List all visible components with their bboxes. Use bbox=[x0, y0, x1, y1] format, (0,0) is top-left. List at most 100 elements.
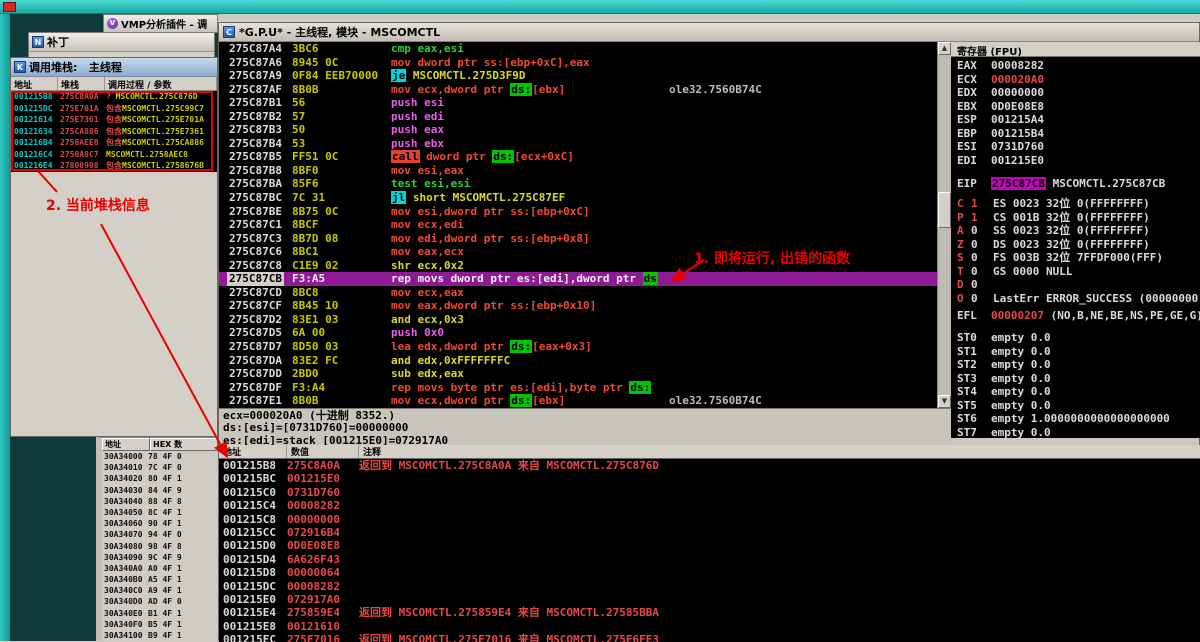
stack-row[interactable]: 001215C8 00000000 bbox=[219, 513, 1200, 526]
disassembly-row[interactable]: 275C87C1 8BCF mov ecx,edi bbox=[219, 218, 937, 232]
disassembly-row[interactable]: 275C87B5 FF51 0C call dword ptr ds:[ecx+0x… bbox=[219, 150, 937, 164]
callstack-col-address[interactable]: 地址 bbox=[11, 77, 58, 90]
scrollbar-thumb[interactable] bbox=[938, 192, 951, 228]
stack-pane[interactable]: 地址 数值 注释 001215B8 275C8A0A 返回到 MSCOMCTL.27… bbox=[219, 445, 1200, 642]
annotation-highlight-box bbox=[11, 91, 213, 171]
app-icon-red[interactable] bbox=[3, 2, 16, 12]
register-row[interactable]: EDI 001215E0 bbox=[957, 154, 1044, 168]
instruction-text: push ebx bbox=[391, 136, 444, 150]
callstack-col-procedure[interactable]: 调用过程 / 参数 bbox=[105, 77, 217, 90]
disassembly-row[interactable]: 275C87B1 56 push esi bbox=[219, 96, 937, 110]
register-row[interactable]: ESP 001215A4 bbox=[957, 113, 1044, 127]
register-eip[interactable]: EIP 275C87CB MSCOMCTL.275C87CB bbox=[957, 177, 1165, 191]
scroll-down-icon[interactable]: ▼ bbox=[938, 395, 951, 408]
dump-row[interactable]: 30A34050 8C 4F 1 bbox=[104, 507, 218, 518]
register-row[interactable]: EDX 00000000 bbox=[957, 86, 1044, 100]
instruction-bytes: 8B0B bbox=[292, 394, 319, 408]
patch-window-titlebar[interactable]: N 补丁 bbox=[29, 33, 214, 52]
dump-row[interactable]: 30A34070 94 4F 0 bbox=[104, 529, 218, 540]
disassembly-row[interactable]: 275C87CD 8BC8 mov ecx,eax bbox=[219, 286, 937, 300]
register-row[interactable]: ESI 0731D760 bbox=[957, 140, 1044, 154]
dump-row[interactable]: 30A34030 84 4F 9 bbox=[104, 485, 218, 496]
dump-row[interactable]: 30A34080 98 4F 8 bbox=[104, 541, 218, 552]
stack-row[interactable]: 001215C0 0731D760 bbox=[219, 486, 1200, 499]
dump-row[interactable]: 30A34090 9C 4F 9 bbox=[104, 552, 218, 563]
register-row[interactable]: EAX 00008282 bbox=[957, 59, 1044, 73]
dump-row[interactable]: 30A340F0 B5 4F 1 bbox=[104, 619, 218, 630]
disassembly-row[interactable]: 275C87D2 83E1 03 and ecx,0x3 bbox=[219, 313, 937, 327]
dump-row[interactable]: 30A34010 7C 4F 0 bbox=[104, 462, 218, 473]
dump-row[interactable]: 30A34100 B9 4F 1 bbox=[104, 630, 218, 641]
dump-row[interactable]: 30A34040 88 4F 8 bbox=[104, 496, 218, 507]
disassembly-row[interactable]: 275C87E1 8B0B mov ecx,dword ptr ds:[ebx] ol… bbox=[219, 394, 937, 408]
stack-value: 001215E0 bbox=[287, 472, 340, 486]
stack-row[interactable]: 001215CC 072916B4 bbox=[219, 526, 1200, 539]
stack-row[interactable]: 001215D8 00000064 bbox=[219, 566, 1200, 579]
disassembly-row[interactable]: 275C87BE 8B75 0C mov esi,dword ptr ss:[ebp… bbox=[219, 205, 937, 219]
disassembly-row[interactable]: 275C87A4 3BC6 cmp eax,esi bbox=[219, 42, 937, 56]
disassembly-row[interactable]: 275C87B4 53 push ebx bbox=[219, 137, 937, 151]
dump-address: 30A340F0 bbox=[104, 619, 143, 629]
disassembly-row[interactable]: 275C87DA 83E2 FC and edx,0xFFFFFFFC bbox=[219, 354, 937, 368]
disassembly-scrollbar[interactable]: ▲ ▼ bbox=[937, 42, 951, 408]
disassembly-row[interactable]: 275C87DD 2BD0 sub edx,eax bbox=[219, 367, 937, 381]
disassembly-row[interactable]: 275C87B8 8BF0 mov esi,eax bbox=[219, 164, 937, 178]
dump-row[interactable]: 30A340A0 A0 4F 1 bbox=[104, 563, 218, 574]
instruction-comment: ole32.7560B74C bbox=[669, 394, 762, 408]
disassembly-row[interactable]: 275C87D5 6A 00 push 0x0 bbox=[219, 326, 937, 340]
cpu-window[interactable]: C *G.P.U* - 主线程, 模块 - MSCOMCTL 275C87A4 3… bbox=[218, 22, 1200, 642]
callstack-column-headers: 地址 堆栈 调用过程 / 参数 bbox=[11, 77, 217, 91]
stack-row[interactable]: 001215D0 0D0E08E8 bbox=[219, 539, 1200, 552]
stack-col-comment[interactable]: 注释 bbox=[359, 445, 1200, 458]
disassembly-row[interactable]: 275C87B2 57 push edi bbox=[219, 110, 937, 124]
disassembly-row[interactable]: 275C87A9 0F84 EEB70000 je MSCOMCTL.275D3F9… bbox=[219, 69, 937, 83]
dump-row[interactable]: 30A340E0 B1 4F 1 bbox=[104, 608, 218, 619]
dump-col-address[interactable]: 地址 bbox=[102, 438, 150, 451]
disassembly-row[interactable]: 275C87D7 8D50 03 lea edx,dword ptr ds:[eax… bbox=[219, 340, 937, 354]
disassembly-row[interactable]: 275C87BA 85F6 test esi,esi bbox=[219, 177, 937, 191]
segment-info: SS 0023 32位 0(FFFFFFFF) bbox=[993, 224, 1150, 237]
stack-row[interactable]: 001215BC 001215E0 bbox=[219, 472, 1200, 485]
disassembly-row[interactable]: 275C87AF 8B0B mov ecx,dword ptr ds:[ebx] ol… bbox=[219, 82, 937, 97]
stack-row[interactable]: 001215B8 275C8A0A 返回到 MSCOMCTL.275C8A0A 来自… bbox=[219, 459, 1200, 472]
register-row[interactable]: EBX 0D0E08E8 bbox=[957, 100, 1044, 114]
callstack-col-stack[interactable]: 堆栈 bbox=[58, 77, 105, 90]
disassembly-row[interactable]: 275C87DF F3:A4 rep movs byte ptr es:[edi],… bbox=[219, 380, 937, 395]
dump-row[interactable]: 30A340D0 AD 4F 0 bbox=[104, 596, 218, 607]
vmp-plugin-window-titlebar[interactable]: V VMP分析插件 - 调 bbox=[103, 14, 218, 33]
stack-row[interactable]: 001215D4 6A626F43 bbox=[219, 553, 1200, 566]
dump-row[interactable]: 30A340B0 A5 4F 1 bbox=[104, 574, 218, 585]
stack-row[interactable]: 001215DC 00008282 bbox=[219, 580, 1200, 593]
fpu-value: empty 0.0 bbox=[991, 344, 1051, 358]
stack-row[interactable]: 001215E0 072917A0 bbox=[219, 593, 1200, 606]
dump-row[interactable]: 30A34000 78 4F 0 bbox=[104, 451, 218, 462]
disassembly-row[interactable]: 275C87CB F3:A5 rep movs dword ptr es:[edi]… bbox=[219, 272, 937, 286]
stack-row[interactable]: 001215C4 00008282 bbox=[219, 499, 1200, 512]
dump-row[interactable]: 30A34020 80 4F 1 bbox=[104, 473, 218, 484]
dump-col-hex[interactable]: HEX 数 bbox=[150, 438, 218, 451]
disassembly-row[interactable]: 275C87C3 8B7D 08 mov edi,dword ptr ss:[ebp… bbox=[219, 232, 937, 246]
stack-row[interactable]: 001215E8 00121610 bbox=[219, 620, 1200, 633]
stack-address: 001215B8 bbox=[223, 459, 276, 472]
scroll-up-icon[interactable]: ▲ bbox=[938, 42, 951, 55]
stack-col-address[interactable]: 地址 bbox=[219, 445, 287, 458]
desktop-titlebar[interactable] bbox=[0, 0, 1200, 14]
dump-address: 30A34090 bbox=[104, 552, 143, 562]
cpu-window-titlebar[interactable]: C *G.P.U* - 主线程, 模块 - MSCOMCTL bbox=[219, 23, 1199, 42]
memory-dump-window[interactable]: 地址 HEX 数 30A34000 78 4F 0 30A34010 7C 4F 03… bbox=[96, 437, 218, 641]
flag-value: 0 bbox=[971, 251, 978, 264]
registers-pane[interactable]: 寄存器 (FPU) EAX 00008282 ECX 000020A0 EDX 00000… bbox=[951, 42, 1200, 438]
stack-row[interactable]: 001215E4 275859E4 返回到 MSCOMCTL.275859E4 来自… bbox=[219, 606, 1200, 619]
register-row[interactable]: ECX 000020A0 bbox=[957, 73, 1044, 87]
stack-col-value[interactable]: 数值 bbox=[287, 445, 359, 458]
disassembly-row[interactable]: 275C87A6 8945 0C mov dword ptr ss:[ebp+0xC… bbox=[219, 56, 937, 70]
dump-row[interactable]: 30A340C0 A9 4F 1 bbox=[104, 585, 218, 596]
disassembly-row[interactable]: 275C87BC 7C 31 jl short MSCOMCTL.275C87EF bbox=[219, 191, 937, 205]
callstack-window-titlebar[interactable]: K 调用堆栈: 主线程 bbox=[11, 58, 217, 77]
disassembly-row[interactable]: 275C87B3 50 push eax bbox=[219, 123, 937, 137]
disassembly-row[interactable]: 275C87CF 8B45 10 mov eax,dword ptr ss:[ebp… bbox=[219, 299, 937, 313]
register-row[interactable]: EBP 001215B4 bbox=[957, 127, 1044, 141]
instruction-bytes: 7C 31 bbox=[292, 191, 326, 205]
dump-row[interactable]: 30A34060 90 4F 1 bbox=[104, 518, 218, 529]
disassembly-rows[interactable]: 275C87A4 3BC6 cmp eax,esi 275C87A6 8945 0C mo… bbox=[219, 42, 937, 408]
